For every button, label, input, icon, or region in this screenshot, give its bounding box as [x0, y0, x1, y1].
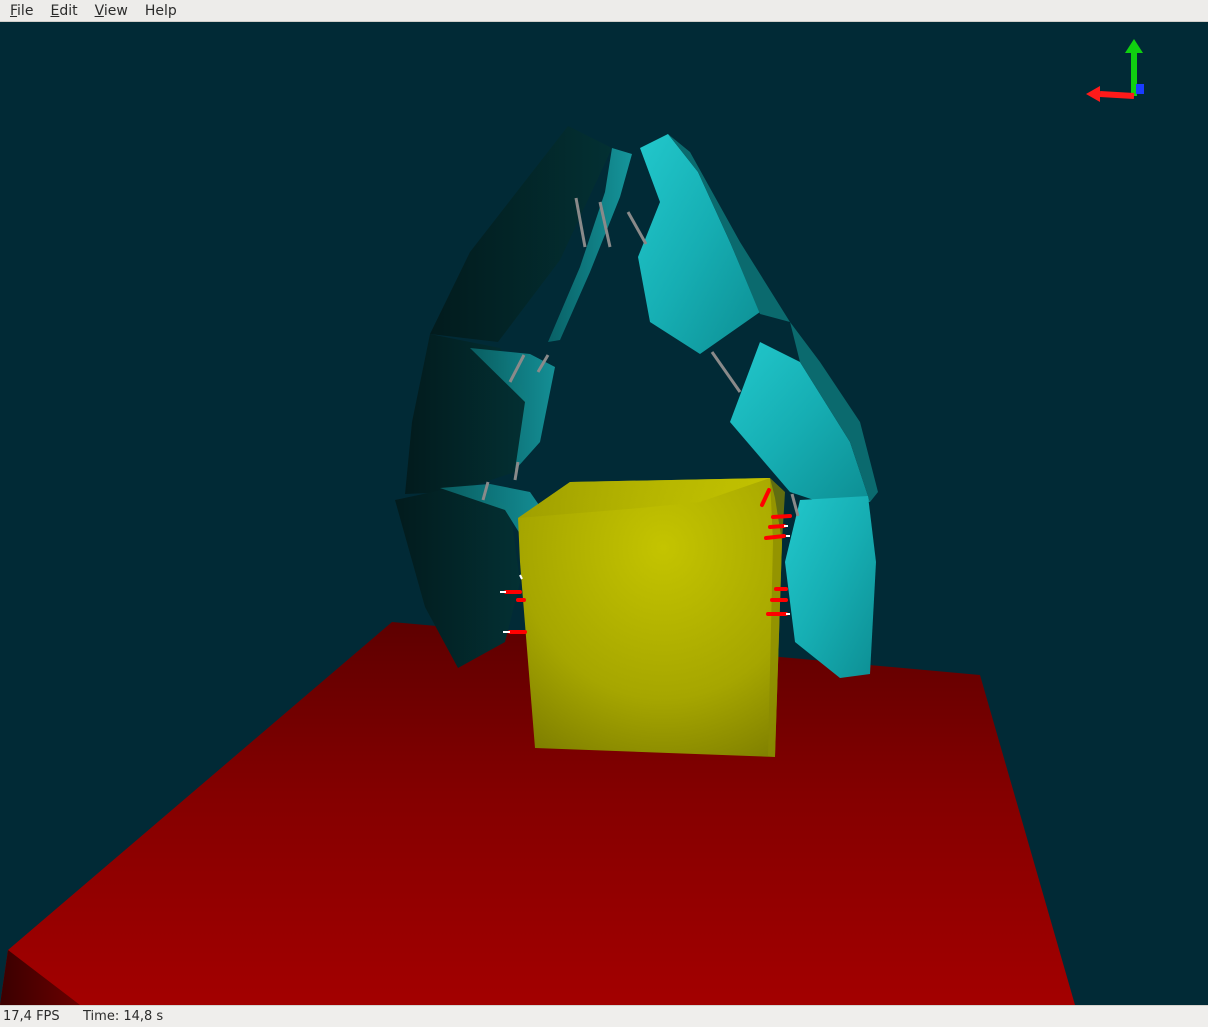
fps-readout: 17,4 FPS [3, 1009, 60, 1024]
axis-gizmo [1086, 39, 1144, 102]
menu-file-mnemonic: F [10, 2, 18, 19]
menu-file[interactable]: File [0, 0, 40, 22]
menu-help[interactable]: Help [135, 0, 184, 22]
scene-canvas [0, 39, 1144, 1005]
menu-view-label: iew [103, 2, 128, 19]
3d-viewport[interactable] [0, 22, 1208, 1005]
menu-edit-label: dit [59, 2, 78, 19]
menu-view[interactable]: View [85, 0, 135, 22]
menu-file-label: ile [17, 2, 34, 19]
menu-bar: File Edit View Help [0, 0, 1208, 22]
time-readout: Time: 14,8 s [83, 1009, 164, 1024]
menu-edit-mnemonic: E [50, 2, 60, 19]
status-bar: 17,4 FPS Time: 14,8 s [0, 1005, 1208, 1027]
menu-view-mnemonic: V [94, 2, 104, 19]
menu-help-label: Help [144, 2, 177, 19]
menu-edit[interactable]: Edit [40, 0, 84, 22]
yellow-cube [518, 478, 785, 757]
